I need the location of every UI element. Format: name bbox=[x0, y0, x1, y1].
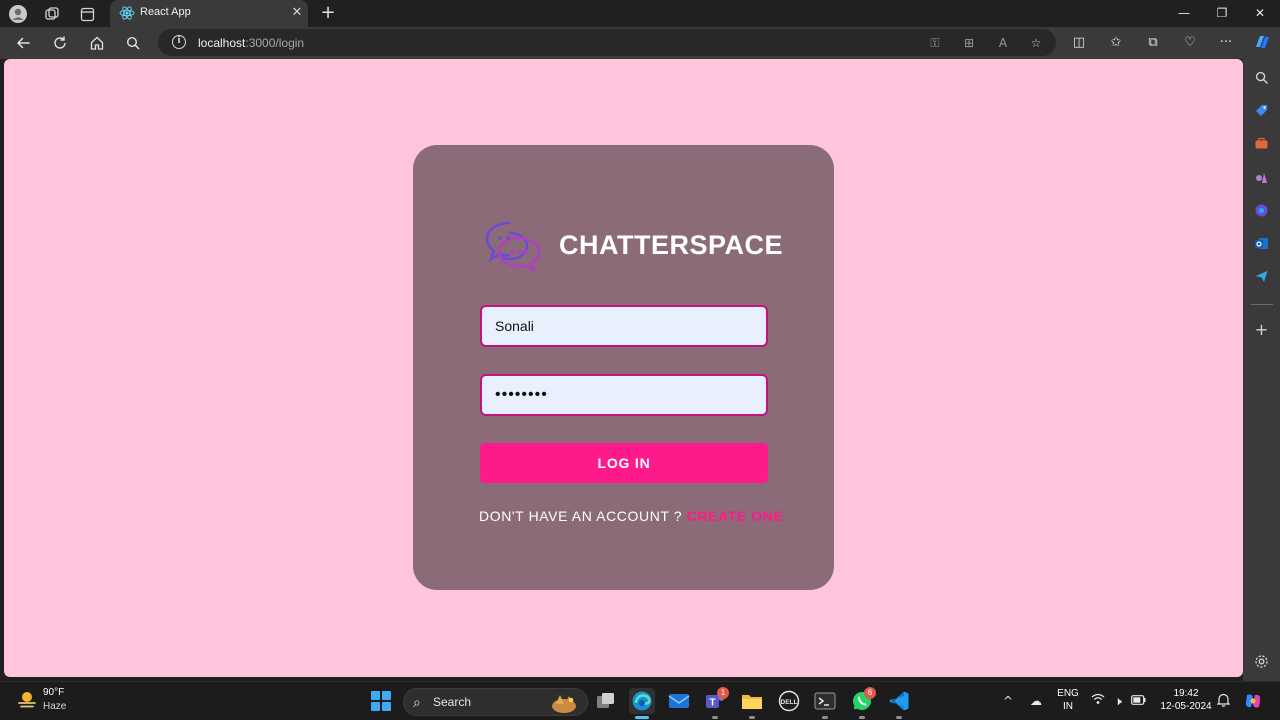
mail-icon[interactable] bbox=[666, 688, 692, 714]
tab-title: React App bbox=[140, 6, 191, 18]
password-input[interactable] bbox=[480, 374, 768, 416]
language-indicator-eng[interactable]: ENG bbox=[1055, 688, 1081, 699]
shopping-tag-icon[interactable] bbox=[1253, 102, 1270, 119]
signup-prompt-text: DON'T HAVE AN ACCOUNT ? bbox=[479, 508, 683, 524]
tools-icon[interactable] bbox=[1253, 135, 1270, 152]
app-available-icon[interactable]: ⊞ bbox=[960, 34, 978, 52]
brand-name: CHATTERSPACE bbox=[559, 230, 784, 260]
copilot-taskbar-icon[interactable] bbox=[1243, 691, 1263, 711]
url-text[interactable]: localhost:3000/login bbox=[198, 36, 304, 50]
drop-send-icon[interactable] bbox=[1253, 268, 1270, 285]
search-icon[interactable] bbox=[1253, 69, 1270, 86]
svg-text:DELL: DELL bbox=[781, 699, 798, 706]
workspaces-icon[interactable] bbox=[42, 4, 62, 24]
maximize-button[interactable]: ❐ bbox=[1210, 3, 1234, 23]
chat-bubbles-logo-icon bbox=[485, 221, 541, 271]
search-icon: ⌕ bbox=[413, 695, 421, 711]
page-viewport: CHATTERSPACE LOG IN DON'T HAVE AN ACCOUN… bbox=[4, 59, 1243, 677]
weather-temperature[interactable]: 90°F bbox=[43, 687, 64, 698]
volume-muted-icon[interactable]: 🕨 bbox=[1110, 693, 1126, 709]
back-button[interactable] bbox=[12, 33, 34, 53]
terminal-running-indicator bbox=[822, 716, 828, 719]
start-button[interactable] bbox=[371, 691, 391, 711]
weather-haze-icon[interactable] bbox=[16, 689, 38, 711]
vscode-icon[interactable] bbox=[886, 688, 912, 714]
battery-icon[interactable] bbox=[1130, 693, 1146, 709]
home-button[interactable] bbox=[86, 33, 108, 53]
edge-sidebar: + bbox=[1243, 59, 1280, 681]
teams-running-indicator bbox=[712, 716, 718, 719]
sidebar-divider bbox=[1251, 304, 1273, 305]
tab-actions-icon[interactable] bbox=[77, 4, 97, 24]
microsoft-365-icon[interactable] bbox=[1253, 202, 1270, 219]
key-icon[interactable]: ⚿ bbox=[926, 34, 944, 52]
notifications-bell-icon[interactable] bbox=[1215, 693, 1231, 709]
create-account-link[interactable]: CREATE ONE bbox=[687, 508, 784, 524]
taskbar-search[interactable]: ⌕ Search bbox=[403, 688, 588, 716]
edge-running-indicator bbox=[635, 716, 649, 719]
show-hidden-icons-chevron-icon[interactable]: ^ bbox=[1000, 693, 1016, 709]
explorer-running-indicator bbox=[749, 716, 755, 719]
edge-taskbar-icon[interactable] bbox=[629, 688, 655, 714]
onedrive-cloud-icon[interactable]: ☁ bbox=[1028, 693, 1044, 709]
close-tab-icon[interactable]: ✕ bbox=[289, 4, 305, 22]
tab-react-app[interactable]: React App ✕ bbox=[110, 0, 308, 27]
login-button[interactable]: LOG IN bbox=[480, 443, 768, 483]
title-bar: React App ✕ + — ❐ ✕ bbox=[0, 0, 1280, 27]
split-screen-icon[interactable]: ◫ bbox=[1069, 33, 1089, 53]
site-info-icon[interactable]: i bbox=[172, 35, 186, 49]
add-sidebar-app-icon[interactable]: + bbox=[1253, 320, 1270, 339]
games-icon[interactable] bbox=[1253, 169, 1270, 186]
brand-header: CHATTERSPACE bbox=[483, 219, 783, 271]
username-input[interactable] bbox=[480, 305, 768, 347]
dell-icon[interactable]: DELL bbox=[776, 688, 802, 714]
login-card: CHATTERSPACE LOG IN DON'T HAVE AN ACCOUN… bbox=[413, 145, 834, 590]
teams-badge: 1 bbox=[717, 687, 729, 699]
browser-essentials-icon[interactable]: ♡ bbox=[1180, 33, 1200, 53]
file-explorer-icon[interactable] bbox=[739, 688, 765, 714]
clock-date[interactable]: 12-05-2024 bbox=[1156, 701, 1216, 712]
language-indicator-in[interactable]: IN bbox=[1055, 701, 1081, 712]
svg-text:T: T bbox=[709, 698, 715, 709]
search-highlight-icon bbox=[552, 695, 576, 713]
wifi-icon[interactable] bbox=[1090, 693, 1106, 709]
clock-time[interactable]: 19:42 bbox=[1160, 688, 1212, 699]
sidebar-settings-icon[interactable] bbox=[1253, 653, 1270, 670]
vscode-running-indicator bbox=[896, 716, 902, 719]
refresh-button[interactable] bbox=[49, 33, 71, 53]
task-view-icon[interactable] bbox=[593, 688, 619, 714]
whatsapp-badge: 6 bbox=[864, 687, 876, 699]
profile-icon[interactable] bbox=[8, 4, 28, 24]
favorite-star-icon[interactable]: ☆ bbox=[1027, 34, 1045, 52]
outlook-icon[interactable] bbox=[1253, 235, 1270, 252]
browser-toolbar: i localhost:3000/login ⚿ ⊞ A ☆ ◫ ✩ ⧉ ♡ ·… bbox=[0, 27, 1280, 59]
collections-icon[interactable]: ⧉ bbox=[1143, 33, 1163, 53]
more-menu-icon[interactable]: ··· bbox=[1216, 33, 1236, 53]
minimize-button[interactable]: — bbox=[1172, 3, 1196, 23]
address-bar[interactable]: i localhost:3000/login ⚿ ⊞ A ☆ bbox=[158, 29, 1056, 56]
search-icon[interactable] bbox=[122, 33, 144, 53]
terminal-icon[interactable] bbox=[812, 688, 838, 714]
new-tab-button[interactable]: + bbox=[318, 3, 338, 23]
close-window-button[interactable]: ✕ bbox=[1248, 3, 1272, 23]
taskbar-search-label: Search bbox=[433, 695, 472, 709]
windows-taskbar: 90°F Haze ⌕ Search T 1 DELL 6 ^ ☁ ENG IN… bbox=[0, 681, 1280, 720]
whatsapp-running-indicator bbox=[859, 716, 865, 719]
read-aloud-icon[interactable]: A bbox=[994, 34, 1012, 52]
favorites-icon[interactable]: ✩ bbox=[1106, 33, 1126, 53]
copilot-icon[interactable] bbox=[1252, 33, 1272, 53]
weather-condition[interactable]: Haze bbox=[43, 701, 66, 712]
signup-prompt: DON'T HAVE AN ACCOUNT ? CREATE ONE bbox=[479, 508, 783, 524]
react-icon bbox=[119, 6, 135, 20]
